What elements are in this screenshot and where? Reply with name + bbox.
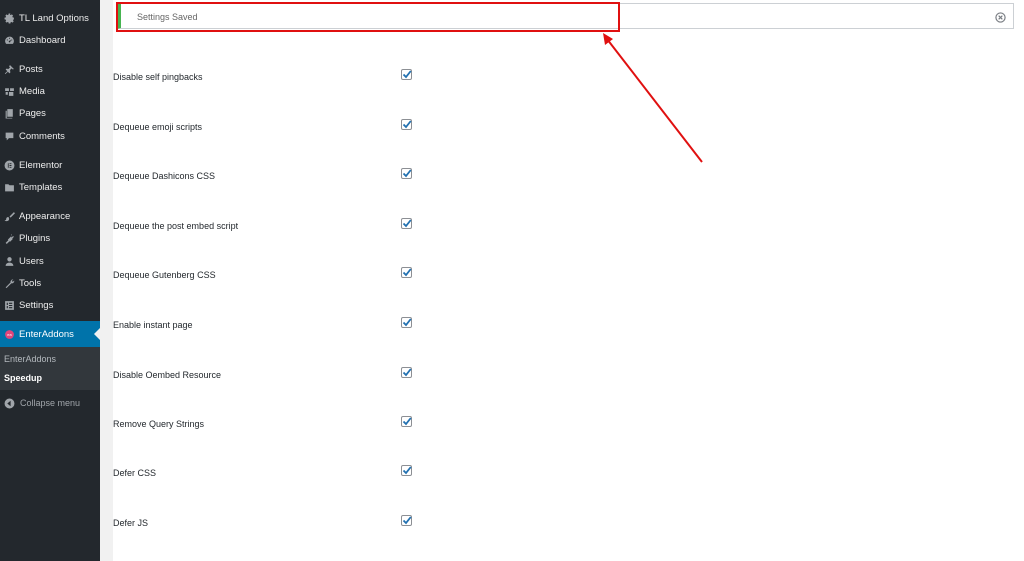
sidebar-item-label: Settings — [19, 299, 54, 311]
checkmark-icon — [402, 516, 412, 525]
admin-sidebar: TL Land Options Dashboard Posts Media Pa… — [0, 0, 100, 561]
sidebar-item-label: Elementor — [19, 159, 63, 171]
sidebar-item-label: Pages — [19, 107, 46, 119]
sidebar-item-label: Posts — [19, 63, 43, 75]
disable-self-pingbacks-checkbox[interactable] — [401, 69, 412, 80]
checkmark-icon — [402, 120, 412, 129]
setting-row-enable-instant-page: Enable instant page — [113, 317, 433, 333]
brush-icon — [3, 210, 15, 222]
collapse-menu-button[interactable]: Collapse menu — [0, 393, 100, 413]
remove-query-strings-checkbox[interactable] — [401, 416, 412, 427]
collapse-label: Collapse menu — [20, 398, 81, 408]
setting-label: Defer JS — [113, 518, 149, 528]
sidebar-item-enteraddons[interactable]: ea EnterAddons — [0, 321, 100, 347]
setting-label: Dequeue the post embed script — [113, 221, 239, 231]
sidebar-item-dashboard[interactable]: Dashboard — [0, 29, 100, 51]
active-indicator-arrow — [94, 328, 100, 340]
sidebar-item-pages[interactable]: Pages — [0, 102, 100, 124]
checkmark-icon — [402, 417, 412, 426]
setting-label: Remove Query Strings — [113, 419, 205, 429]
sidebar-item-label: Plugins — [19, 232, 51, 244]
setting-row-remove-query-strings: Remove Query Strings — [113, 416, 433, 432]
dequeue-post-embed-script-checkbox[interactable] — [401, 218, 412, 229]
pin-icon — [3, 63, 15, 75]
setting-label: Disable self pingbacks — [113, 72, 203, 82]
gear-icon — [3, 12, 15, 24]
checkmark-icon — [402, 466, 412, 475]
checkmark-icon — [402, 169, 412, 178]
checkmark-icon — [402, 268, 412, 277]
setting-row-disable-oembed-resource: Disable Oembed Resource — [113, 367, 433, 383]
sidebar-item-plugins[interactable]: Plugins — [0, 227, 100, 249]
setting-label: Enable instant page — [113, 320, 193, 330]
setting-label: Defer CSS — [113, 468, 157, 478]
sidebar-item-label: Comments — [19, 130, 65, 142]
sidebar-item-label: EnterAddons — [19, 328, 74, 340]
sidebar-item-label: Media — [19, 85, 45, 97]
checkmark-icon — [402, 318, 412, 327]
setting-label: Dequeue Gutenberg CSS — [113, 270, 216, 280]
collapse-icon — [3, 397, 15, 409]
sidebar-item-label: Users — [19, 255, 44, 267]
sidebar-item-label: Templates — [19, 181, 63, 193]
setting-label: Dequeue Dashicons CSS — [113, 171, 216, 181]
setting-row-dequeue-post-embed-script: Dequeue the post embed script — [113, 218, 433, 234]
setting-label: Dequeue emoji scripts — [113, 122, 203, 132]
dequeue-gutenberg-css-checkbox[interactable] — [401, 267, 412, 278]
enteraddons-submenu: EnterAddons Speedup — [0, 347, 100, 390]
sidebar-item-label: Dashboard — [19, 34, 66, 46]
sidebar-item-posts[interactable]: Posts — [0, 58, 100, 80]
dashboard-icon — [3, 34, 15, 46]
dequeue-dashicons-css-checkbox[interactable] — [401, 168, 412, 179]
setting-row-dequeue-dashicons-css: Dequeue Dashicons CSS — [113, 168, 433, 184]
submenu-item-enteraddons[interactable]: EnterAddons — [4, 354, 56, 364]
comment-icon — [3, 130, 15, 142]
sidebar-item-comments[interactable]: Comments — [0, 125, 100, 147]
sidebar-item-label: Tools — [19, 277, 42, 289]
setting-row-dequeue-gutenberg-css: Dequeue Gutenberg CSS — [113, 267, 433, 283]
sidebar-item-label: TL Land Options — [19, 12, 89, 24]
checkmark-icon — [402, 219, 412, 228]
media-icon — [3, 85, 15, 97]
setting-row-disable-self-pingbacks: Disable self pingbacks — [113, 69, 433, 85]
disable-oembed-resource-checkbox[interactable] — [401, 367, 412, 378]
pages-icon — [3, 107, 15, 119]
plug-icon — [3, 232, 15, 244]
svg-text:ea: ea — [7, 332, 12, 337]
sidebar-item-label: Appearance — [19, 210, 71, 222]
setting-row-defer-css: Defer CSS — [113, 465, 433, 481]
sidebar-item-tl-land-options[interactable]: TL Land Options — [0, 7, 100, 29]
checkmark-icon — [402, 368, 412, 377]
sidebar-item-elementor[interactable]: Elementor — [0, 154, 100, 176]
wrench-icon — [3, 277, 15, 289]
enable-instant-page-checkbox[interactable] — [401, 317, 412, 328]
enteraddons-icon: ea — [3, 328, 15, 340]
checkmark-icon — [402, 70, 412, 79]
user-icon — [3, 255, 15, 267]
sidebar-item-users[interactable]: Users — [0, 250, 100, 272]
setting-row-defer-js: Defer JS — [113, 515, 433, 531]
elementor-icon — [3, 159, 15, 171]
sidebar-item-tools[interactable]: Tools — [0, 272, 100, 294]
defer-css-checkbox[interactable] — [401, 465, 412, 476]
settings-icon — [3, 299, 15, 311]
sidebar-item-templates[interactable]: Templates — [0, 176, 100, 198]
defer-js-checkbox[interactable] — [401, 515, 412, 526]
sidebar-item-settings[interactable]: Settings — [0, 294, 100, 316]
setting-label: Disable Oembed Resource — [113, 370, 222, 380]
folder-icon — [3, 181, 15, 193]
dismiss-icon[interactable] — [995, 10, 1006, 23]
submenu-item-speedup[interactable]: Speedup — [4, 373, 42, 383]
sidebar-item-appearance[interactable]: Appearance — [0, 205, 100, 227]
dequeue-emoji-scripts-checkbox[interactable] — [401, 119, 412, 130]
annotation-highlight-box — [116, 2, 620, 32]
setting-row-dequeue-emoji-scripts: Dequeue emoji scripts — [113, 119, 433, 135]
sidebar-item-media[interactable]: Media — [0, 80, 100, 102]
